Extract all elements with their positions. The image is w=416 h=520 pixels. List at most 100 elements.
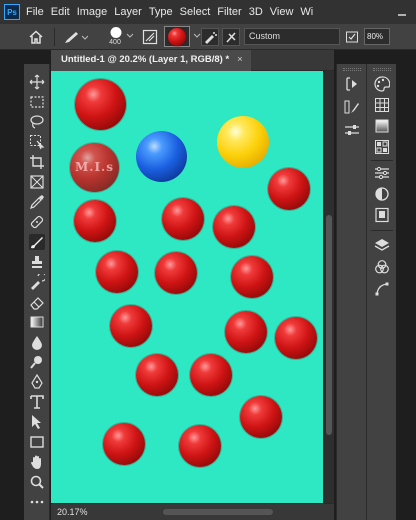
hand-icon[interactable] [29,454,45,470]
pen-icon[interactable] [29,374,45,390]
minimize-icon[interactable] [396,5,408,17]
panel-divider [371,160,393,161]
status-bar: 20.17% [51,503,334,520]
red-ball [268,168,310,210]
separator [54,28,55,46]
vertical-scrollbar[interactable] [325,71,334,503]
menu-3d[interactable]: 3D [249,6,263,18]
menu-filter[interactable]: Filter [217,6,241,18]
angle-icon[interactable] [345,29,359,45]
airbrush-icon[interactable] [201,28,219,46]
brush-mode-icon[interactable] [222,28,240,46]
channels-icon[interactable] [374,259,390,275]
move-icon[interactable] [29,74,45,90]
panel-divider [371,230,393,231]
layers-icon[interactable] [374,237,390,253]
frame-icon[interactable] [29,174,45,190]
chevron-down-icon[interactable] [126,32,134,40]
healing-brush-icon[interactable] [29,214,45,230]
type-icon[interactable] [29,394,45,410]
gradients-icon[interactable] [374,118,390,134]
menu-view[interactable]: View [270,6,294,18]
color-icon[interactable] [374,76,390,92]
red-ball-swatch [168,28,186,46]
zoom-icon[interactable] [29,474,45,490]
chevron-down-icon[interactable] [193,32,201,40]
gradient-icon[interactable] [29,314,45,330]
path-select-icon[interactable] [29,414,45,430]
mode-select[interactable]: Custom [244,28,340,45]
zoom-status[interactable]: 20.17% [57,507,88,517]
brush-preview-icon[interactable] [109,26,123,39]
red-ball [225,311,267,353]
red-ball [190,354,232,396]
document-tab[interactable]: Untitled-1 @ 20.2% (Layer 1, RGB/8) * × [51,50,251,71]
vertical-scroll-thumb[interactable] [326,215,332,435]
yellow-ball [217,116,269,168]
menu-window[interactable]: Wi [300,6,313,18]
libraries-icon[interactable] [374,207,390,223]
swatches-icon[interactable] [374,97,390,113]
ball-swatch-preset[interactable] [164,26,190,47]
red-ball [103,423,145,465]
red-ball [74,200,116,242]
menu-image[interactable]: Image [77,6,108,18]
menu-layer[interactable]: Layer [114,6,142,18]
menu-bar: Ps File Edit Image Layer Type Select Fil… [0,0,416,24]
panel-grip[interactable] [373,68,391,71]
red-ball [162,198,204,240]
red-ball [96,251,138,293]
blur-icon[interactable] [29,334,45,350]
photoshop-logo: Ps [4,4,20,20]
red-ball [75,79,126,130]
panel-dock-right [366,64,396,520]
paths-icon[interactable] [374,281,390,297]
rectangle-icon[interactable] [29,434,45,450]
red-ball [155,252,197,294]
object-select-icon[interactable] [29,134,45,150]
crop-icon[interactable] [29,154,45,170]
red-ball [231,256,273,298]
properties-icon[interactable] [374,165,390,181]
menu-file[interactable]: File [26,6,44,18]
dodge-icon[interactable] [29,354,45,370]
red-ball [275,317,317,359]
patterns-icon[interactable] [374,139,390,155]
menu-edit[interactable]: Edit [51,6,70,18]
watermark-text: M.I.s [74,160,114,174]
brush-icon[interactable] [29,234,45,250]
zoom-field[interactable]: 80% [364,28,390,45]
panel-dock-left [336,64,366,520]
close-icon[interactable]: × [237,54,243,65]
canvas[interactable]: M.I.s [51,71,323,503]
history-icon[interactable] [344,76,360,92]
red-ball [136,354,178,396]
workspace: M.I.s [51,71,334,503]
red-ball [240,396,282,438]
document-tab-title: Untitled-1 @ 20.2% (Layer 1, RGB/8) * [61,54,230,65]
lasso-icon[interactable] [29,114,45,130]
red-ball [213,206,255,248]
options-bar: 400 Custom 80% [0,24,416,50]
toolbox [24,64,50,520]
more-icon[interactable] [29,494,45,510]
brush-tool-preset-icon[interactable] [62,29,88,45]
marquee-icon[interactable] [29,94,45,110]
brush-settings-icon[interactable] [344,99,360,115]
brush-size-value[interactable]: 400 [104,39,126,46]
brush-settings-icon[interactable] [142,29,158,45]
clone-stamp-icon[interactable] [29,254,45,270]
red-ball [110,305,152,347]
eraser-icon[interactable] [29,294,45,310]
blue-ball [136,131,187,182]
panel-grip[interactable] [343,68,361,71]
horizontal-scroll-thumb[interactable] [163,509,273,515]
document-tab-bar: Untitled-1 @ 20.2% (Layer 1, RGB/8) * × [51,50,334,71]
eyedropper-icon[interactable] [29,194,45,210]
home-icon[interactable] [28,29,44,45]
adjust-icon[interactable] [344,122,360,138]
history-brush-icon[interactable] [29,274,45,290]
menu-select[interactable]: Select [180,6,211,18]
adjustments-icon[interactable] [374,186,390,202]
menu-type[interactable]: Type [149,6,173,18]
